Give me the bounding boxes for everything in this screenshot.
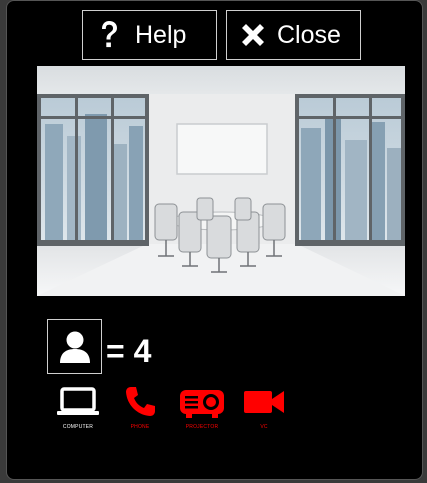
- video-camera-icon: [240, 384, 288, 420]
- feature-phone-label: PHONE: [130, 424, 150, 430]
- conference-room-photo: [37, 66, 405, 296]
- close-icon: [233, 15, 273, 55]
- feature-projector-label: PROJECTOR: [185, 424, 219, 430]
- occupancy-count: = 4: [106, 333, 152, 369]
- close-label: Close: [277, 20, 341, 49]
- person-icon: [47, 319, 102, 374]
- question-mark-icon: [89, 15, 129, 55]
- feature-vc-label: VC: [260, 424, 268, 430]
- feature-phone: PHONE: [109, 384, 171, 430]
- feature-computer: COMPUTER: [47, 384, 109, 430]
- feature-vc: VC: [233, 384, 295, 430]
- help-label: Help: [135, 20, 187, 49]
- projector-icon: [178, 384, 226, 420]
- room-features: COMPUTER PHONE PROJECTOR VC: [47, 384, 295, 430]
- room-info-panel: Help Close = 4 COMPUTER PHONE PROJECTOR …: [6, 0, 423, 480]
- laptop-icon: [54, 384, 102, 420]
- close-button[interactable]: Close: [226, 10, 361, 60]
- help-button[interactable]: Help: [82, 10, 217, 60]
- feature-computer-label: COMPUTER: [62, 424, 94, 430]
- phone-icon: [116, 384, 164, 420]
- feature-projector: PROJECTOR: [171, 384, 233, 430]
- occupancy-indicator: = 4: [47, 319, 151, 374]
